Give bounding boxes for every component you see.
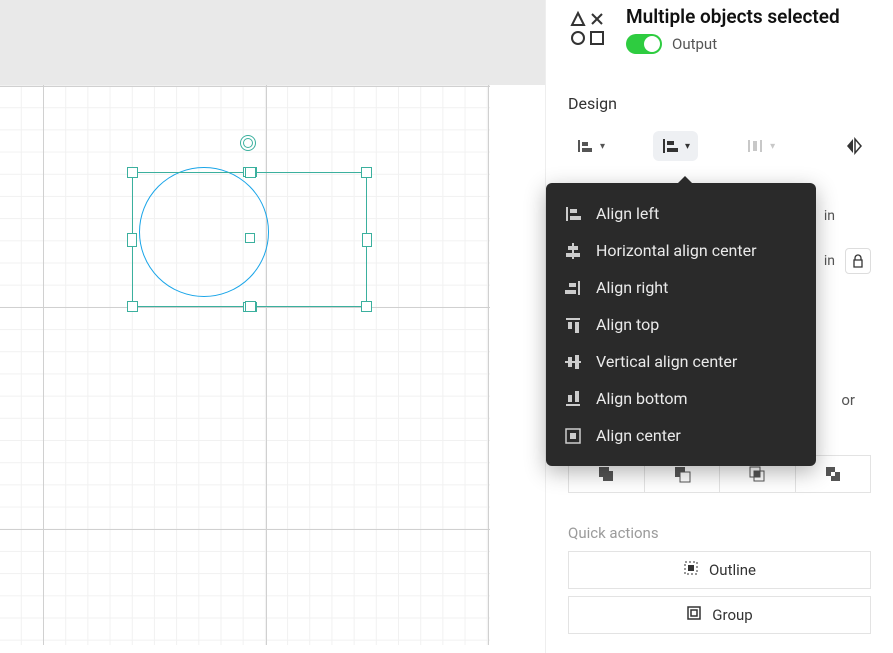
menu-item-v-center[interactable]: Vertical align center [546,343,816,380]
distribute-dropdown[interactable]: ▾ [568,131,613,161]
rotate-handle[interactable] [240,135,256,151]
align-left-icon [564,205,582,223]
selection-bounding-box[interactable] [132,172,367,307]
properties-panel: Multiple objects selected Output Design … [545,0,893,653]
shape-center-marker[interactable] [245,233,255,243]
design-toolbar: ▾ ▾ ▾ [568,131,871,171]
spacing-dropdown: ▾ [738,131,783,161]
canvas-area[interactable] [0,0,545,653]
top-empty-bar [0,0,545,85]
group-label: Group [712,606,752,624]
output-toggle[interactable] [626,34,662,54]
resize-handle-s2[interactable] [245,301,256,312]
menu-item-label: Align left [596,204,659,223]
align-hcenter-icon [564,242,582,260]
quick-actions-title: Quick actions [568,524,659,542]
resize-handle-nw[interactable] [127,167,138,178]
artboard[interactable] [0,85,490,645]
resize-handle-se[interactable] [361,301,372,312]
menu-item-align-left[interactable]: Align left [546,195,816,232]
menu-item-align-right[interactable]: Align right [546,269,816,306]
outline-icon [683,560,699,580]
grid-major-line [0,86,490,87]
chevron-down-icon: ▾ [770,141,775,152]
menu-item-label: Align center [596,426,681,445]
grid-major-line [43,85,44,645]
resize-handle-sw[interactable] [127,301,138,312]
resize-handle-n2[interactable] [245,167,256,178]
menu-item-label: Horizontal align center [596,241,757,260]
menu-item-label: Align top [596,315,659,334]
align-center-icon [564,427,582,445]
menu-item-label: Vertical align center [596,352,737,371]
flip-dropdown[interactable] [837,131,871,161]
height-unit-label: in [824,253,835,269]
multi-select-icon [568,9,608,49]
outline-button[interactable]: Outline [568,551,871,589]
resize-handle-ne[interactable] [361,167,372,178]
menu-item-h-center[interactable]: Horizontal align center [546,232,816,269]
align-right-icon [564,279,582,297]
align-vcenter-icon [564,353,582,371]
design-section-title: Design [568,94,871,113]
menu-item-label: Align bottom [596,389,688,408]
group-icon [686,605,702,625]
align-dropdown[interactable]: ▾ [653,131,698,161]
align-bottom-icon [564,390,582,408]
resize-handle-e[interactable] [362,233,372,247]
align-top-icon [564,316,582,334]
align-menu: Align left Horizontal align center Align… [546,183,816,466]
menu-item-align-top[interactable]: Align top [546,306,816,343]
chevron-down-icon: ▾ [685,141,690,152]
resize-handle-w[interactable] [127,233,137,247]
width-unit-label: in [824,208,835,224]
grid-major-line [266,85,267,645]
menu-item-align-bottom[interactable]: Align bottom [546,380,816,417]
dimension-units: in in [824,208,871,274]
menu-item-align-center[interactable]: Align center [546,417,816,454]
output-label: Output [672,35,717,53]
selection-title: Multiple objects selected [626,5,840,28]
grid-major-line [0,529,490,530]
lock-aspect-button[interactable] [845,248,871,274]
boolean-trailing-text: or [841,391,855,409]
chevron-down-icon: ▾ [600,141,605,152]
group-button[interactable]: Group [568,596,871,634]
grid-major-line [488,85,489,645]
outline-label: Outline [709,561,756,579]
menu-item-label: Align right [596,278,668,297]
